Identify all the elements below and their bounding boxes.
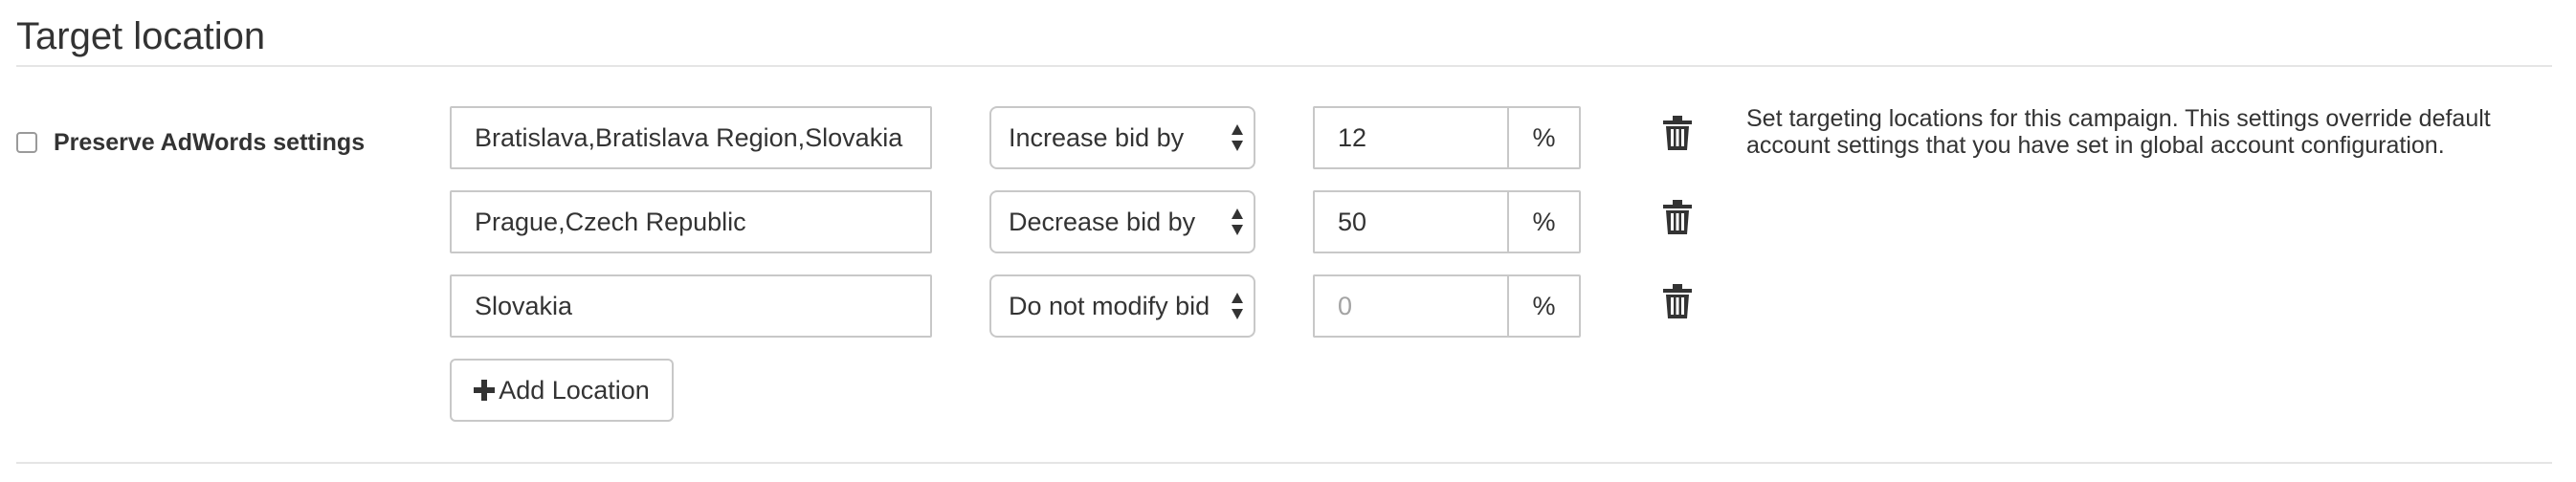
bid-percent-group: 50 % xyxy=(1313,190,1581,253)
bid-percent-group: 12 % xyxy=(1313,106,1581,169)
help-text: Set targeting locations for this campaig… xyxy=(1746,105,2491,159)
percent-addon: % xyxy=(1507,106,1581,169)
preserve-adwords-label: Preserve AdWords settings xyxy=(54,129,366,156)
sort-arrows-icon xyxy=(1232,124,1243,151)
plus-icon xyxy=(474,380,496,401)
bid-percent-input[interactable]: 50 xyxy=(1313,190,1507,253)
preserve-adwords-setting[interactable]: Preserve AdWords settings xyxy=(16,127,365,158)
bid-percent-input[interactable]: 12 xyxy=(1313,106,1507,169)
bid-mode-value: Decrease bid by xyxy=(1009,208,1196,236)
section-title: Target location xyxy=(16,15,266,57)
trash-icon[interactable] xyxy=(1663,116,1692,150)
percent-addon: % xyxy=(1507,274,1581,338)
add-location-label: Add Location xyxy=(499,375,650,405)
location-input[interactable]: Slovakia xyxy=(450,274,932,338)
location-input[interactable]: Prague,Czech Republic xyxy=(450,190,932,253)
preserve-adwords-checkbox[interactable] xyxy=(16,132,37,153)
percent-addon: % xyxy=(1507,190,1581,253)
bottom-divider xyxy=(16,462,2552,464)
bid-mode-value: Do not modify bid xyxy=(1009,292,1210,320)
add-location-button[interactable]: Add Location xyxy=(450,359,674,422)
bid-mode-value: Increase bid by xyxy=(1009,123,1185,152)
bid-percent-group: 0 % xyxy=(1313,274,1581,338)
bid-mode-select[interactable]: Decrease bid by xyxy=(989,190,1255,253)
title-divider xyxy=(16,65,2552,67)
trash-icon[interactable] xyxy=(1663,200,1692,234)
trash-icon[interactable] xyxy=(1663,284,1692,318)
bid-mode-select[interactable]: Increase bid by xyxy=(989,106,1255,169)
bid-percent-input[interactable]: 0 xyxy=(1313,274,1507,338)
sort-arrows-icon xyxy=(1232,293,1243,319)
location-input[interactable]: Bratislava,Bratislava Region,Slovakia xyxy=(450,106,932,169)
sort-arrows-icon xyxy=(1232,208,1243,235)
bid-mode-select[interactable]: Do not modify bid xyxy=(989,274,1255,338)
